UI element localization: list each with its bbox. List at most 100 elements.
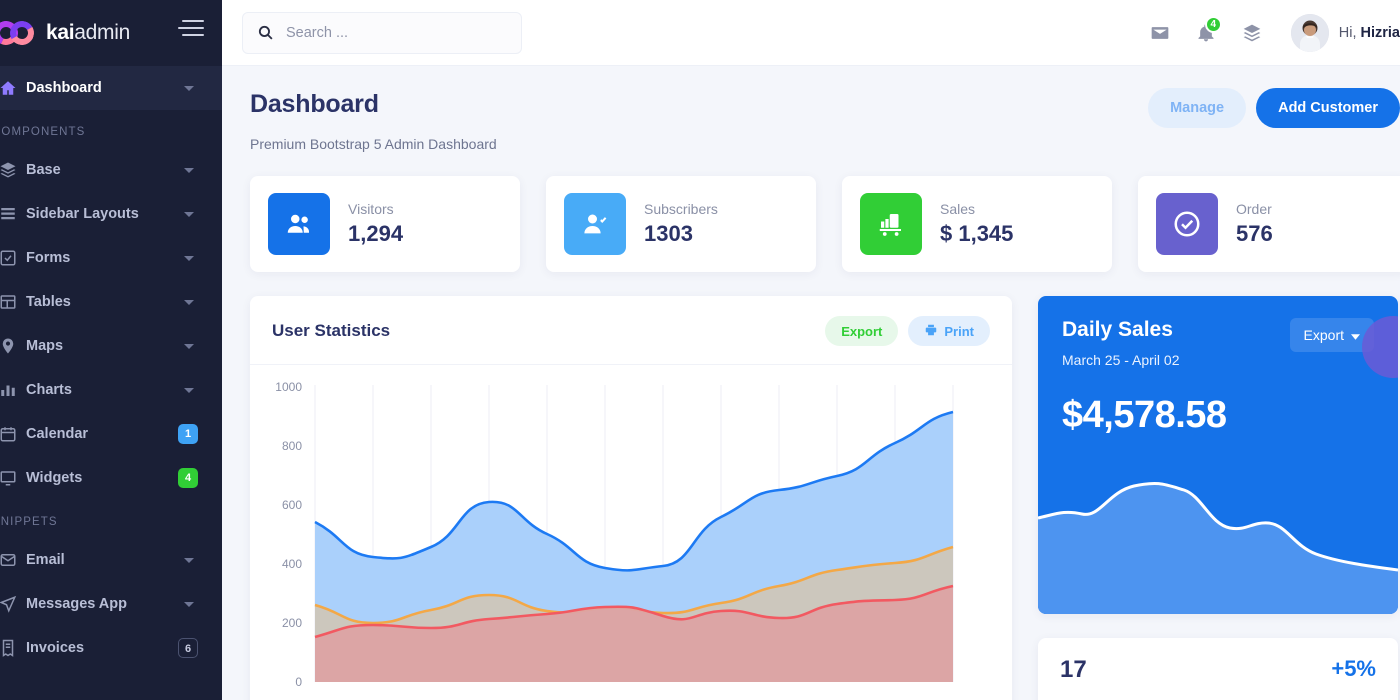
brand-name-bold: kai	[46, 21, 75, 44]
sidebar-item-sidebar-layouts[interactable]: Sidebar Layouts	[0, 192, 222, 236]
daily-sales-card: Daily Sales March 25 - April 02 Export $…	[1038, 296, 1398, 614]
cart-icon	[860, 193, 922, 255]
chevron-down-icon	[184, 85, 194, 91]
stacked-area-chart: 1000 800 600 400 200 0	[275, 380, 954, 689]
page-content: Dashboard Premium Bootstrap 5 Admin Dash…	[222, 66, 1400, 700]
chevron-down-icon	[184, 601, 194, 607]
daily-sales-header: Daily Sales March 25 - April 02 Export	[1038, 296, 1398, 368]
sidebar-item-invoices[interactable]: Invoices 6	[0, 626, 222, 670]
sidebar-section-components: COMPONENTS	[0, 126, 86, 138]
sidebar-logo[interactable]: kaiadmin	[0, 0, 222, 66]
sidebar-section-snippets: SNIPPETS	[0, 516, 58, 528]
sidebar-item-label: Invoices	[26, 640, 85, 656]
sidebar-item-label: Messages App	[26, 596, 127, 612]
stat-text: Visitors 1,294	[348, 201, 403, 247]
export-button[interactable]: Export	[825, 316, 899, 346]
list-icon	[0, 205, 26, 223]
sidebar-item-label: Tables	[26, 294, 71, 310]
quick-actions-button[interactable]	[1229, 10, 1275, 56]
sidebar-item-maps[interactable]: Maps	[0, 324, 222, 368]
sidebar-item-label: Calendar	[26, 426, 89, 442]
notifications-button[interactable]: 4	[1183, 10, 1229, 56]
print-label: Print	[944, 323, 974, 339]
sidebar-nav: Dashboard COMPONENTS Base Sidebar Layout…	[0, 66, 222, 700]
stat-card-subscribers[interactable]: Subscribers 1303	[546, 176, 816, 272]
envelope-icon	[0, 551, 26, 569]
topbar-actions: 4 Hi, Hizria	[1137, 10, 1400, 56]
panels-row: User Statistics Export Print 1000 800 60…	[250, 296, 1400, 700]
sidebar-item-dashboard[interactable]: Dashboard	[0, 66, 222, 110]
user-statistics-header: User Statistics Export Print	[250, 296, 1012, 365]
brand-name: kaiadmin	[46, 21, 130, 45]
print-button[interactable]: Print	[908, 316, 990, 346]
home-icon	[0, 79, 26, 97]
search-input[interactable]	[286, 24, 507, 41]
sidebar-item-label: Charts	[26, 382, 72, 398]
layers-icon	[0, 161, 26, 179]
header-actions: Manage Add Customer	[1148, 88, 1400, 128]
y-tick-1000: 1000	[275, 380, 302, 394]
manage-button[interactable]: Manage	[1148, 88, 1247, 128]
app-root: kaiadmin Dashboard COMPONENTS Base Sideb…	[0, 0, 1400, 700]
y-tick-600: 600	[282, 498, 302, 512]
y-tick-200: 200	[282, 616, 302, 630]
greeting-prefix: Hi,	[1338, 24, 1361, 41]
sidebar-item-forms[interactable]: Forms	[0, 236, 222, 280]
sidebar-item-label: Maps	[26, 338, 64, 354]
main-area: 4 Hi, Hizria	[222, 0, 1400, 700]
avatar[interactable]	[1290, 13, 1329, 52]
card-actions: Export Print	[825, 316, 990, 346]
search-box[interactable]	[242, 11, 522, 54]
sidebar-item-label: Forms	[26, 250, 71, 266]
add-customer-button[interactable]: Add Customer	[1256, 88, 1400, 128]
messages-button[interactable]	[1137, 10, 1183, 56]
chevron-down-icon	[184, 343, 194, 349]
sidebar-item-messages-app[interactable]: Messages App	[0, 582, 222, 626]
chevron-down-icon	[1351, 327, 1360, 343]
table-icon	[0, 293, 26, 311]
chevron-down-icon	[184, 211, 194, 217]
monitor-icon	[0, 469, 26, 487]
sidebar-item-base[interactable]: Base	[0, 148, 222, 192]
y-tick-0: 0	[295, 675, 302, 689]
y-tick-400: 400	[282, 557, 302, 571]
stat-value: 1,294	[348, 221, 404, 246]
paper-plane-icon	[0, 595, 26, 613]
stat-value: 1303	[644, 221, 693, 246]
sidebar-toggle-button[interactable]	[178, 20, 204, 44]
daily-sales-date-range: March 25 - April 02	[1062, 352, 1180, 368]
printer-icon	[924, 323, 938, 340]
invoice-icon	[0, 639, 26, 657]
stat-value: 576	[1236, 221, 1273, 246]
stat-card-order[interactable]: Order 576	[1138, 176, 1400, 272]
card-title: User Statistics	[272, 321, 391, 340]
calendar-icon	[0, 425, 26, 443]
stat-card-visitors[interactable]: Visitors 1,294	[250, 176, 520, 272]
page-title: Dashboard	[250, 90, 379, 118]
checkbox-icon	[0, 249, 26, 267]
greeting[interactable]: Hi, Hizria	[1339, 25, 1400, 41]
map-pin-icon	[0, 337, 26, 355]
kaiadmin-logo-icon	[0, 17, 46, 49]
daily-sales-title: Daily Sales	[1062, 318, 1173, 341]
stat-card-sales[interactable]: Sales $ 1,345	[842, 176, 1112, 272]
stat-text: Order 576	[1236, 201, 1273, 247]
sidebar-item-charts[interactable]: Charts	[0, 368, 222, 412]
stat-label: Subscribers	[644, 201, 718, 217]
sidebar-item-tables[interactable]: Tables	[0, 280, 222, 324]
stat-text: Subscribers 1303	[644, 201, 718, 247]
mini-stat-value: 17	[1060, 656, 1087, 683]
sidebar-badge-widgets: 4	[178, 468, 198, 488]
chevron-down-icon	[184, 387, 194, 393]
sidebar-item-label: Widgets	[26, 470, 83, 486]
sidebar-item-label: Dashboard	[26, 80, 102, 96]
sidebar-item-calendar[interactable]: Calendar 1	[0, 412, 222, 456]
sidebar-item-widgets[interactable]: Widgets 4	[0, 456, 222, 500]
greeting-name: Hizria	[1360, 24, 1400, 41]
sidebar-item-label: Email	[26, 552, 65, 568]
sidebar-item-email[interactable]: Email	[0, 538, 222, 582]
stat-label: Order	[1236, 201, 1272, 217]
stat-value: $ 1,345	[940, 221, 1014, 246]
user-statistics-chart: 1000 800 600 400 200 0	[250, 365, 1012, 695]
right-column: Daily Sales March 25 - April 02 Export $…	[1038, 296, 1398, 700]
